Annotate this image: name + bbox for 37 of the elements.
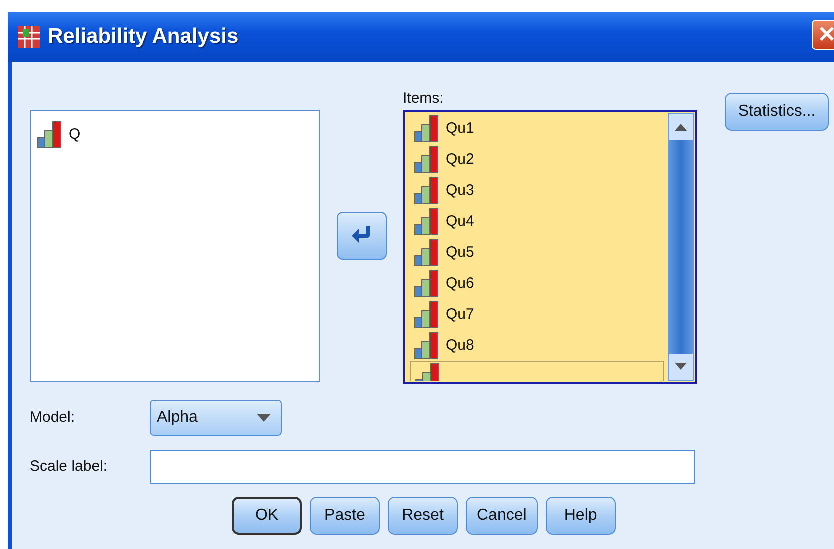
item-row[interactable]: Qu3 (410, 175, 664, 206)
items-list[interactable]: Qu1 Qu2 Qu3 Qu4 Qu5 Qu6 Qu7 Qu8 (403, 110, 697, 384)
model-label: Model: (30, 408, 76, 428)
scale-variable-icon (37, 120, 63, 148)
scale-variable-icon (414, 332, 440, 360)
dialog-button[interactable]: Paste (310, 497, 380, 535)
scale-variable-icon (414, 300, 440, 328)
scale-variable-icon (414, 238, 440, 266)
item-row[interactable]: Qu1 (410, 113, 664, 144)
scale-label-label: Scale label: (30, 457, 109, 477)
scale-label-field[interactable] (150, 450, 695, 484)
statistics-button[interactable]: Statistics... (725, 93, 829, 131)
scale-variable-icon (414, 176, 440, 204)
dialog-button[interactable]: Cancel (466, 497, 538, 535)
item-row[interactable]: Qu5 (410, 237, 664, 268)
items-label: Items: (403, 89, 445, 109)
dialog-button[interactable]: Help (546, 497, 616, 535)
grid-app-icon (18, 26, 40, 48)
item-row[interactable]: Qu2 (410, 144, 664, 175)
variable-name: Q (69, 126, 81, 143)
scale-variable-icon (414, 114, 440, 142)
close-button[interactable] (812, 20, 834, 50)
scroll-bar[interactable] (668, 113, 694, 381)
move-back-button[interactable] (336, 212, 386, 260)
window-title: Reliability Analysis (48, 25, 239, 49)
model-dropdown[interactable]: Alpha (150, 400, 282, 436)
dialog-button[interactable]: OK (232, 497, 302, 535)
scale-variable-icon (414, 208, 440, 236)
item-row[interactable]: Qu8 (410, 330, 664, 361)
item-row[interactable]: Qu7 (410, 299, 664, 330)
scale-variable-icon (414, 270, 440, 298)
scale-variable-icon (414, 146, 440, 174)
variable-list[interactable]: Q (30, 110, 320, 382)
item-row[interactable]: Qu6 (410, 268, 664, 299)
item-row[interactable]: Qu4 (410, 206, 664, 237)
caret-icon (257, 414, 271, 422)
dialog-button[interactable]: Reset (388, 497, 458, 535)
